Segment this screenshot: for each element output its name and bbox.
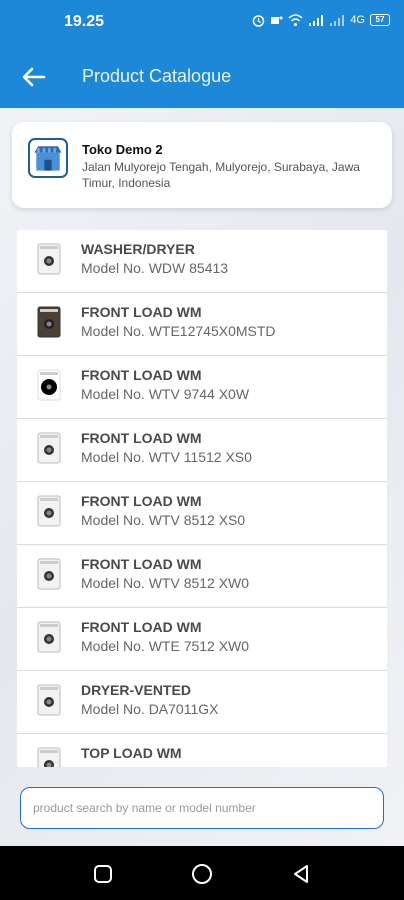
circle-icon[interactable] (191, 863, 213, 885)
product-thumbnail (37, 621, 61, 653)
store-card: Toko Demo 2 Jalan Mulyorejo Tengah, Muly… (12, 122, 392, 208)
product-name: FRONT LOAD WM (81, 304, 202, 320)
product-thumbnail (37, 243, 61, 275)
signal-icon (309, 14, 324, 26)
search-input[interactable] (20, 787, 384, 829)
store-icon (28, 138, 68, 178)
signal-2-icon (330, 14, 345, 26)
battery-icon: 57 (370, 14, 390, 26)
product-thumbnail (37, 558, 61, 590)
product-name: FRONT LOAD WM (81, 556, 202, 572)
hotspot-icon (271, 16, 283, 24)
product-name: TOP LOAD WM (81, 745, 182, 761)
product-name: FRONT LOAD WM (81, 367, 202, 383)
list-item[interactable]: TOP LOAD WM (17, 734, 387, 767)
product-model: Model No. WDW 85413 (81, 260, 229, 276)
list-item[interactable]: FRONT LOAD WM Model No. WTV 8512 XW0 (17, 545, 387, 608)
app-bar: Product Catalogue (0, 46, 404, 108)
store-address: Jalan Mulyorejo Tengah, Mulyorejo, Surab… (82, 160, 360, 190)
product-thumbnail (37, 747, 61, 767)
product-thumbnail (37, 306, 61, 338)
page-title: Product Catalogue (82, 66, 232, 86)
product-model: Model No. WTE 7512 XW0 (81, 638, 250, 654)
alarm-icon (253, 14, 265, 27)
wifi-icon (288, 13, 303, 26)
product-model: Model No. DA7011GX (81, 701, 219, 717)
product-name: DRYER-VENTED (81, 682, 191, 698)
square-icon[interactable] (92, 863, 114, 885)
list-item[interactable]: FRONT LOAD WM Model No. WTE 7512 XW0 (17, 608, 387, 671)
status-icons: 4G 57 (252, 12, 390, 28)
list-item[interactable]: FRONT LOAD WM Model No. WTV 8512 XS0 (17, 482, 387, 545)
network-type: 4G (350, 14, 365, 26)
product-model: Model No. WTV 8512 XS0 (81, 512, 246, 528)
product-thumbnail (37, 369, 61, 401)
arrow-left-icon[interactable] (20, 63, 48, 91)
list-item[interactable]: FRONT LOAD WM Model No. WTE12745X0MSTD (17, 293, 387, 356)
list-item[interactable]: FRONT LOAD WM Model No. WTV 9744 X0W (17, 356, 387, 419)
product-thumbnail (37, 495, 61, 527)
product-model: Model No. WTV 11512 XS0 (81, 449, 252, 465)
status-time: 19.25 (64, 13, 105, 30)
triangle-back-icon[interactable] (290, 863, 312, 885)
product-model: Model No. WTV 8512 XW0 (81, 575, 250, 591)
list-item[interactable]: DRYER-VENTED Model No. DA7011GX (17, 671, 387, 734)
store-name: Toko Demo 2 (82, 142, 163, 157)
product-name: FRONT LOAD WM (81, 619, 202, 635)
product-name: WASHER/DRYER (81, 241, 195, 257)
product-list[interactable]: WASHER/DRYER Model No. WDW 85413 FRONT LOA… (17, 230, 387, 767)
product-thumbnail (37, 432, 61, 464)
product-model: Model No. WTE12745X0MSTD (81, 323, 276, 339)
product-thumbnail (37, 684, 61, 716)
system-nav-bar (0, 846, 404, 900)
product-name: FRONT LOAD WM (81, 430, 202, 446)
product-model: Model No. WTV 9744 X0W (81, 386, 250, 402)
status-bar: 19.25 4G 57 (0, 0, 404, 46)
product-name: FRONT LOAD WM (81, 493, 202, 509)
list-item[interactable]: FRONT LOAD WM Model No. WTV 11512 XS0 (17, 419, 387, 482)
list-item[interactable]: WASHER/DRYER Model No. WDW 85413 (17, 230, 387, 293)
